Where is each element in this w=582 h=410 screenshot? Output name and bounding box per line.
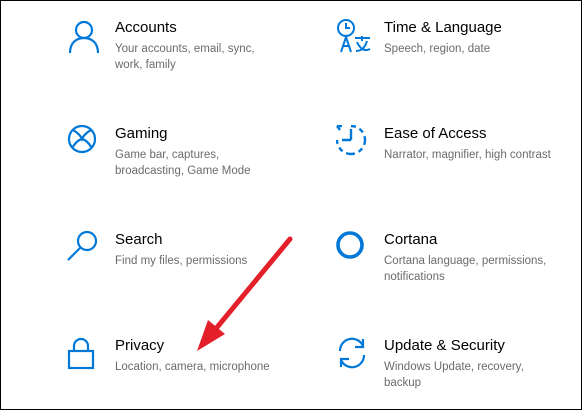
tile-title: Time & Language [384, 19, 502, 36]
sync-icon [336, 337, 372, 373]
tile-cortana[interactable]: Cortana Cortana language, permissions, n… [336, 231, 581, 321]
xbox-icon [67, 125, 103, 161]
cortana-icon [336, 231, 372, 267]
tile-title: Cortana [384, 231, 438, 248]
tile-title: Gaming [115, 125, 168, 142]
time-language-icon [336, 19, 372, 55]
person-icon [67, 19, 103, 55]
tile-gaming[interactable]: Gaming Game bar, captures, broadcasting,… [67, 125, 317, 215]
tile-description: Cortana language, permissions, notificat… [384, 255, 547, 283]
tile-description: Windows Update, recovery, backup [384, 361, 524, 389]
tile-description: Your accounts, email, sync, work, family [115, 43, 255, 71]
tile-time-language[interactable]: Time & Language Speech, region, date [336, 19, 581, 109]
tile-title: Accounts [115, 19, 177, 36]
tile-description: Narrator, magnifier, high contrast [384, 149, 551, 161]
tile-ease-of-access[interactable]: Ease of Access Narrator, magnifier, high… [336, 125, 581, 215]
search-icon [67, 231, 103, 267]
settings-window: Accounts Your accounts, email, sync, wor… [0, 0, 582, 410]
tile-title: Ease of Access [384, 125, 487, 142]
tile-accounts[interactable]: Accounts Your accounts, email, sync, wor… [67, 19, 317, 109]
tile-search[interactable]: Search Find my files, permissions [67, 231, 317, 321]
tile-description: Game bar, captures, broadcasting, Game M… [115, 149, 251, 177]
tile-description: Location, camera, microphone [115, 361, 270, 373]
tile-description: Speech, region, date [384, 43, 491, 55]
tile-title: Update & Security [384, 337, 505, 354]
tile-update-security[interactable]: Update & Security Windows Update, recove… [336, 337, 581, 409]
tile-description: Find my files, permissions [115, 255, 248, 267]
tile-title: Privacy [115, 337, 165, 354]
ease-of-access-icon [336, 125, 372, 161]
tile-title: Search [115, 231, 163, 248]
tile-privacy[interactable]: Privacy Location, camera, microphone [67, 337, 317, 409]
lock-icon [67, 337, 103, 373]
